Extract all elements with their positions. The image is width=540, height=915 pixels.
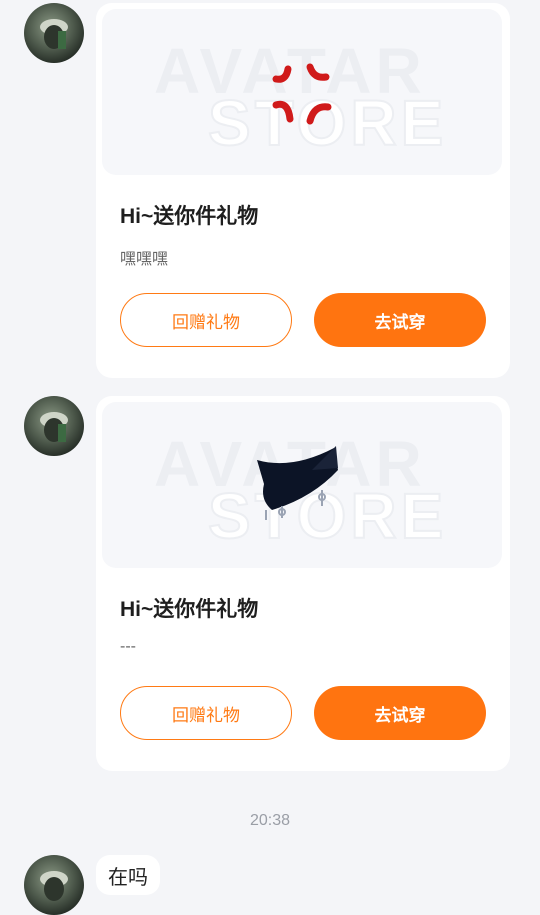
black-choker-icon [257,446,338,520]
user-photo-icon [40,871,68,901]
try-on-button[interactable]: 去试穿 [314,293,486,347]
message-timestamp: 20:38 [249,812,291,829]
return-gift-button[interactable]: 回赠礼物 [120,686,292,740]
gift-title: Hi~送你件礼物 [120,598,259,621]
gift-preview: AVATAR STORE [102,402,502,568]
sender-avatar[interactable] [24,855,84,915]
try-on-button[interactable]: 去试穿 [314,686,486,740]
gift-preview: AVATAR STORE [102,9,502,175]
sender-avatar[interactable] [24,3,84,63]
gift-title: Hi~送你件礼物 [120,205,259,228]
gift-card: AVATAR STORE Hi~送你件礼物 嘿嘿嘿 回赠礼物 去试穿 [96,3,510,378]
sender-avatar[interactable] [24,396,84,456]
gift-card: AVATAR STORE Hi~送你件礼物 --- 回赠礼物 去试穿 [96,396,510,771]
gift-message: 嘿嘿嘿 [120,251,169,268]
text-message-bubble[interactable]: 在吗 [96,855,160,895]
user-photo-icon [40,19,68,49]
anger-symbol-icon [272,63,332,125]
gift-message: --- [120,638,136,655]
return-gift-button[interactable]: 回赠礼物 [120,293,292,347]
user-photo-icon [40,412,68,442]
